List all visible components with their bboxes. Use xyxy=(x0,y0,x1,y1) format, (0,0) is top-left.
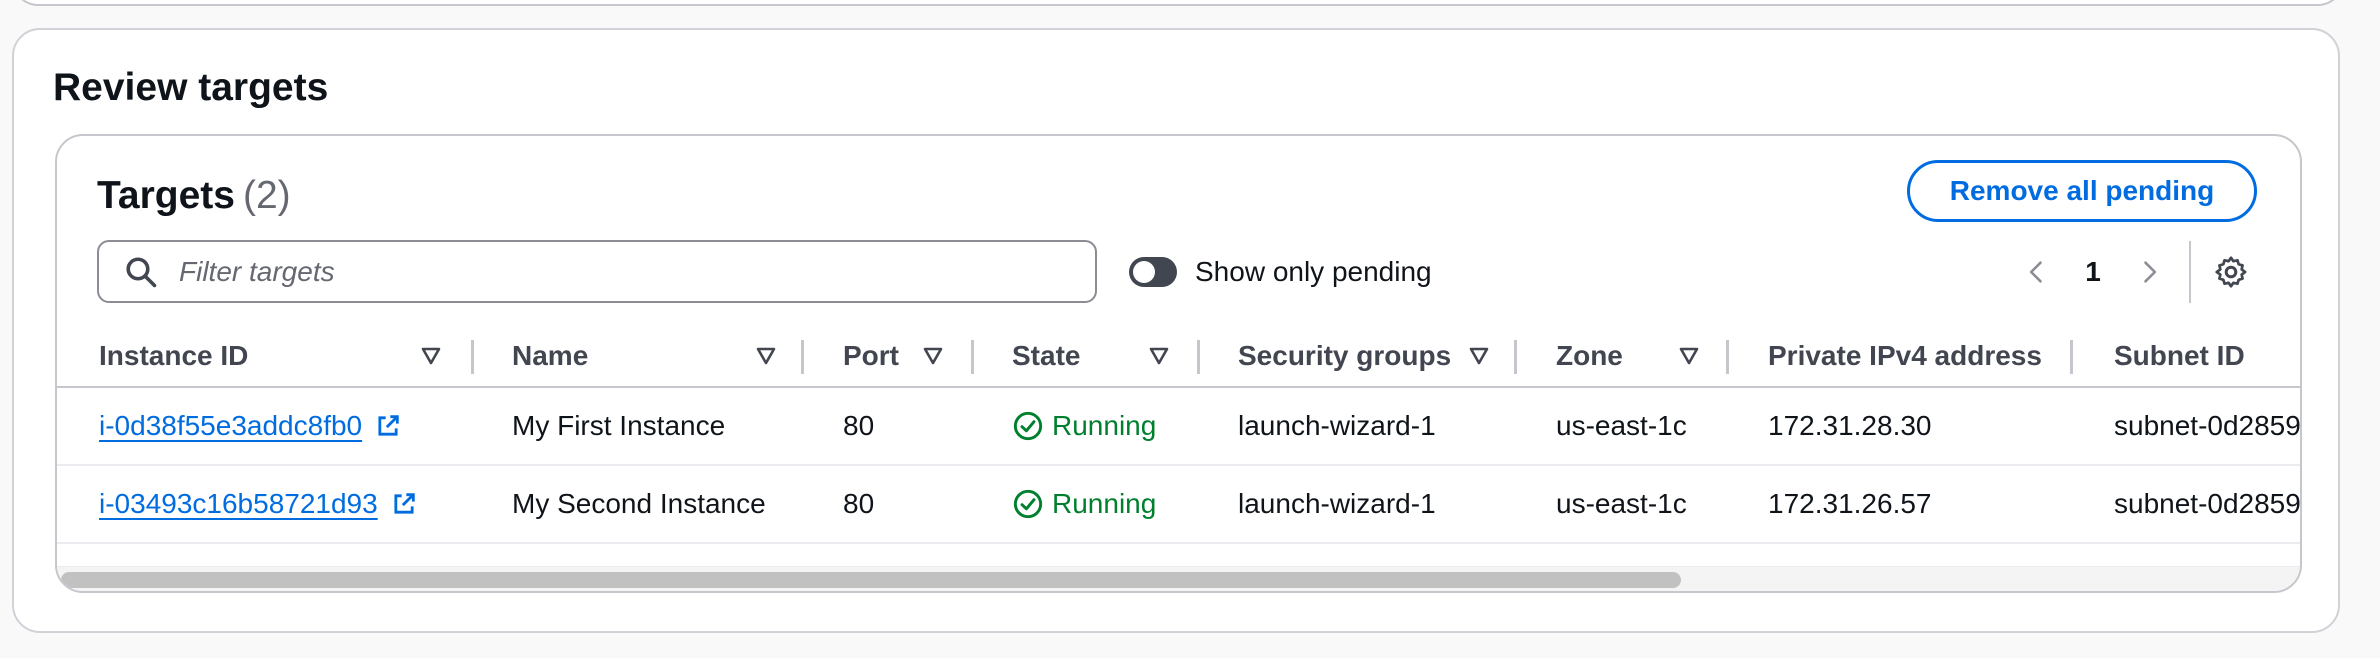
column-resize-handle[interactable] xyxy=(801,340,804,374)
column-resize-handle[interactable] xyxy=(2070,340,2073,374)
chevron-right-icon xyxy=(2144,261,2157,283)
subnet-id-cell: subnet-0d2859 xyxy=(2114,410,2301,441)
previous-card-edge xyxy=(12,0,2344,6)
table-header: Instance ID Name Port State Security gro… xyxy=(57,326,2300,388)
targets-title: Targets xyxy=(97,174,235,217)
show-only-pending-control[interactable]: Show only pending xyxy=(1129,244,1432,300)
pager-divider xyxy=(2189,241,2191,303)
state-label: Running xyxy=(1052,488,1157,519)
show-only-pending-toggle[interactable] xyxy=(1129,257,1177,287)
column-resize-handle[interactable] xyxy=(471,340,474,374)
external-link-icon[interactable] xyxy=(390,490,418,518)
pagination: 1 xyxy=(2017,241,2251,303)
instance-id-cell: i-0d38f55e3addc8fb0 xyxy=(99,388,402,464)
instance-id-link[interactable]: i-0d38f55e3addc8fb0 xyxy=(99,410,362,442)
external-link-icon[interactable] xyxy=(374,412,402,440)
subnet-id-cell: subnet-0d2859 xyxy=(2114,488,2301,519)
toggle-knob xyxy=(1133,261,1155,283)
security-groups-cell: launch-wizard-1 xyxy=(1238,410,1436,441)
filter-targets-input[interactable] xyxy=(177,254,1041,289)
name-cell: My First Instance xyxy=(512,410,726,441)
zone-cell: us-east-1c xyxy=(1556,410,1687,441)
name-cell: My Second Instance xyxy=(512,488,766,519)
column-header-port[interactable]: Port xyxy=(843,326,899,386)
port-cell: 80 xyxy=(843,410,875,441)
section-title: Review targets xyxy=(53,66,329,109)
horizontal-scrollbar[interactable] xyxy=(57,566,2300,591)
security-groups-cell: launch-wizard-1 xyxy=(1238,488,1436,519)
column-header-security-groups[interactable]: Security groups xyxy=(1238,326,1451,386)
sort-down-triangle-icon[interactable] xyxy=(1467,344,1491,368)
current-page-number[interactable]: 1 xyxy=(2057,256,2129,288)
pager-next-button[interactable] xyxy=(2129,252,2169,292)
state-label: Running xyxy=(1052,410,1157,441)
pager-prev-button[interactable] xyxy=(2017,252,2057,292)
targets-count: (2) xyxy=(243,174,291,217)
table-row: i-03493c16b58721d93 My Second Instance 8… xyxy=(57,466,2301,544)
gear-icon xyxy=(2215,256,2247,288)
sort-down-triangle-icon[interactable] xyxy=(754,344,778,368)
table-settings-button[interactable] xyxy=(2211,252,2251,292)
column-resize-handle[interactable] xyxy=(971,340,974,374)
show-only-pending-label: Show only pending xyxy=(1195,256,1432,287)
column-header-state[interactable]: State xyxy=(1012,326,1080,386)
table-row: i-0d38f55e3addc8fb0 My First Instance 80… xyxy=(57,388,2301,466)
column-header-private-ipv4[interactable]: Private IPv4 address xyxy=(1768,326,2042,386)
targets-table-container: Targets(2) Remove all pending Show only … xyxy=(55,134,2302,593)
horizontal-scrollbar-thumb[interactable] xyxy=(61,572,1681,588)
filter-targets-field[interactable] xyxy=(97,240,1097,303)
targets-heading: Targets (2) xyxy=(97,166,291,226)
column-header-subnet-id[interactable]: Subnet ID xyxy=(2114,326,2245,386)
search-icon xyxy=(126,256,157,287)
sort-down-triangle-icon[interactable] xyxy=(921,344,945,368)
column-header-name[interactable]: Name xyxy=(512,326,588,386)
instance-id-link[interactable]: i-03493c16b58721d93 xyxy=(99,488,378,520)
private-ipv4-cell: 172.31.28.30 xyxy=(1768,410,1932,441)
column-header-zone[interactable]: Zone xyxy=(1556,326,1623,386)
remove-all-pending-button[interactable]: Remove all pending xyxy=(1907,160,2257,222)
column-header-instance-id[interactable]: Instance ID xyxy=(99,326,248,386)
check-circle-icon xyxy=(1013,411,1043,441)
zone-cell: us-east-1c xyxy=(1556,488,1687,519)
sort-down-triangle-icon[interactable] xyxy=(1677,344,1701,368)
column-resize-handle[interactable] xyxy=(1197,340,1200,374)
column-resize-handle[interactable] xyxy=(1514,340,1517,374)
chevron-left-icon xyxy=(2029,261,2042,283)
sort-down-triangle-icon[interactable] xyxy=(419,344,443,368)
check-circle-icon xyxy=(1013,489,1043,519)
column-resize-handle[interactable] xyxy=(1726,340,1729,374)
state-cell: Running xyxy=(1012,466,1156,542)
sort-down-triangle-icon[interactable] xyxy=(1147,344,1171,368)
instance-id-cell: i-03493c16b58721d93 xyxy=(99,466,418,542)
port-cell: 80 xyxy=(843,488,875,519)
state-cell: Running xyxy=(1012,388,1156,464)
private-ipv4-cell: 172.31.26.57 xyxy=(1768,488,1932,519)
